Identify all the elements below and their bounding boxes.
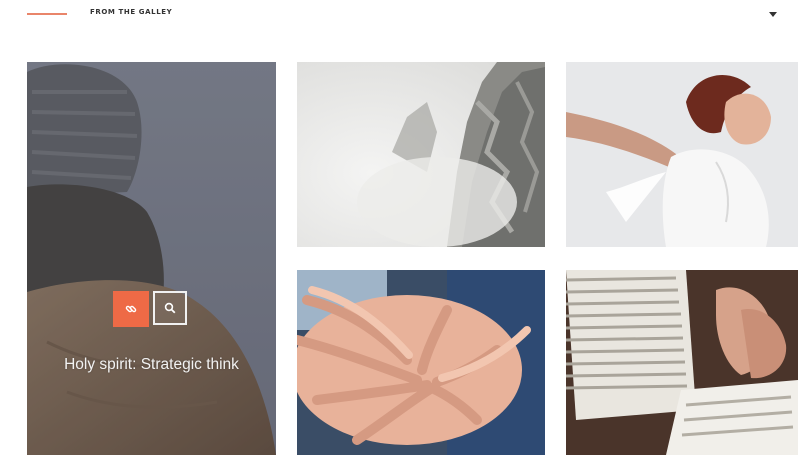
link-icon	[125, 303, 137, 315]
section-title: FROM THE GALLEY	[90, 8, 173, 16]
joyful-woman-photo	[566, 62, 798, 247]
section-header: FROM THE GALLEY	[0, 0, 798, 40]
featured-actions	[113, 291, 187, 327]
header-accent-line	[27, 13, 67, 15]
misty-cliff-photo	[297, 62, 545, 247]
search-icon	[164, 302, 176, 314]
gallery-item-bible[interactable]	[566, 270, 798, 455]
open-bible-photo	[566, 270, 798, 455]
zoom-button[interactable]	[153, 291, 187, 325]
stacked-hands-photo	[297, 270, 545, 455]
gallery-item-cliff[interactable]	[297, 62, 545, 247]
gallery-item-woman[interactable]	[566, 62, 798, 247]
featured-caption[interactable]: Holy spirit: Strategic think	[27, 354, 276, 375]
chevron-down-icon[interactable]	[766, 8, 780, 20]
link-button[interactable]	[113, 291, 149, 327]
image-overlay	[27, 62, 276, 455]
gallery-item-featured[interactable]: Holy spirit: Strategic think	[27, 62, 276, 455]
gallery-item-hands[interactable]	[297, 270, 545, 455]
